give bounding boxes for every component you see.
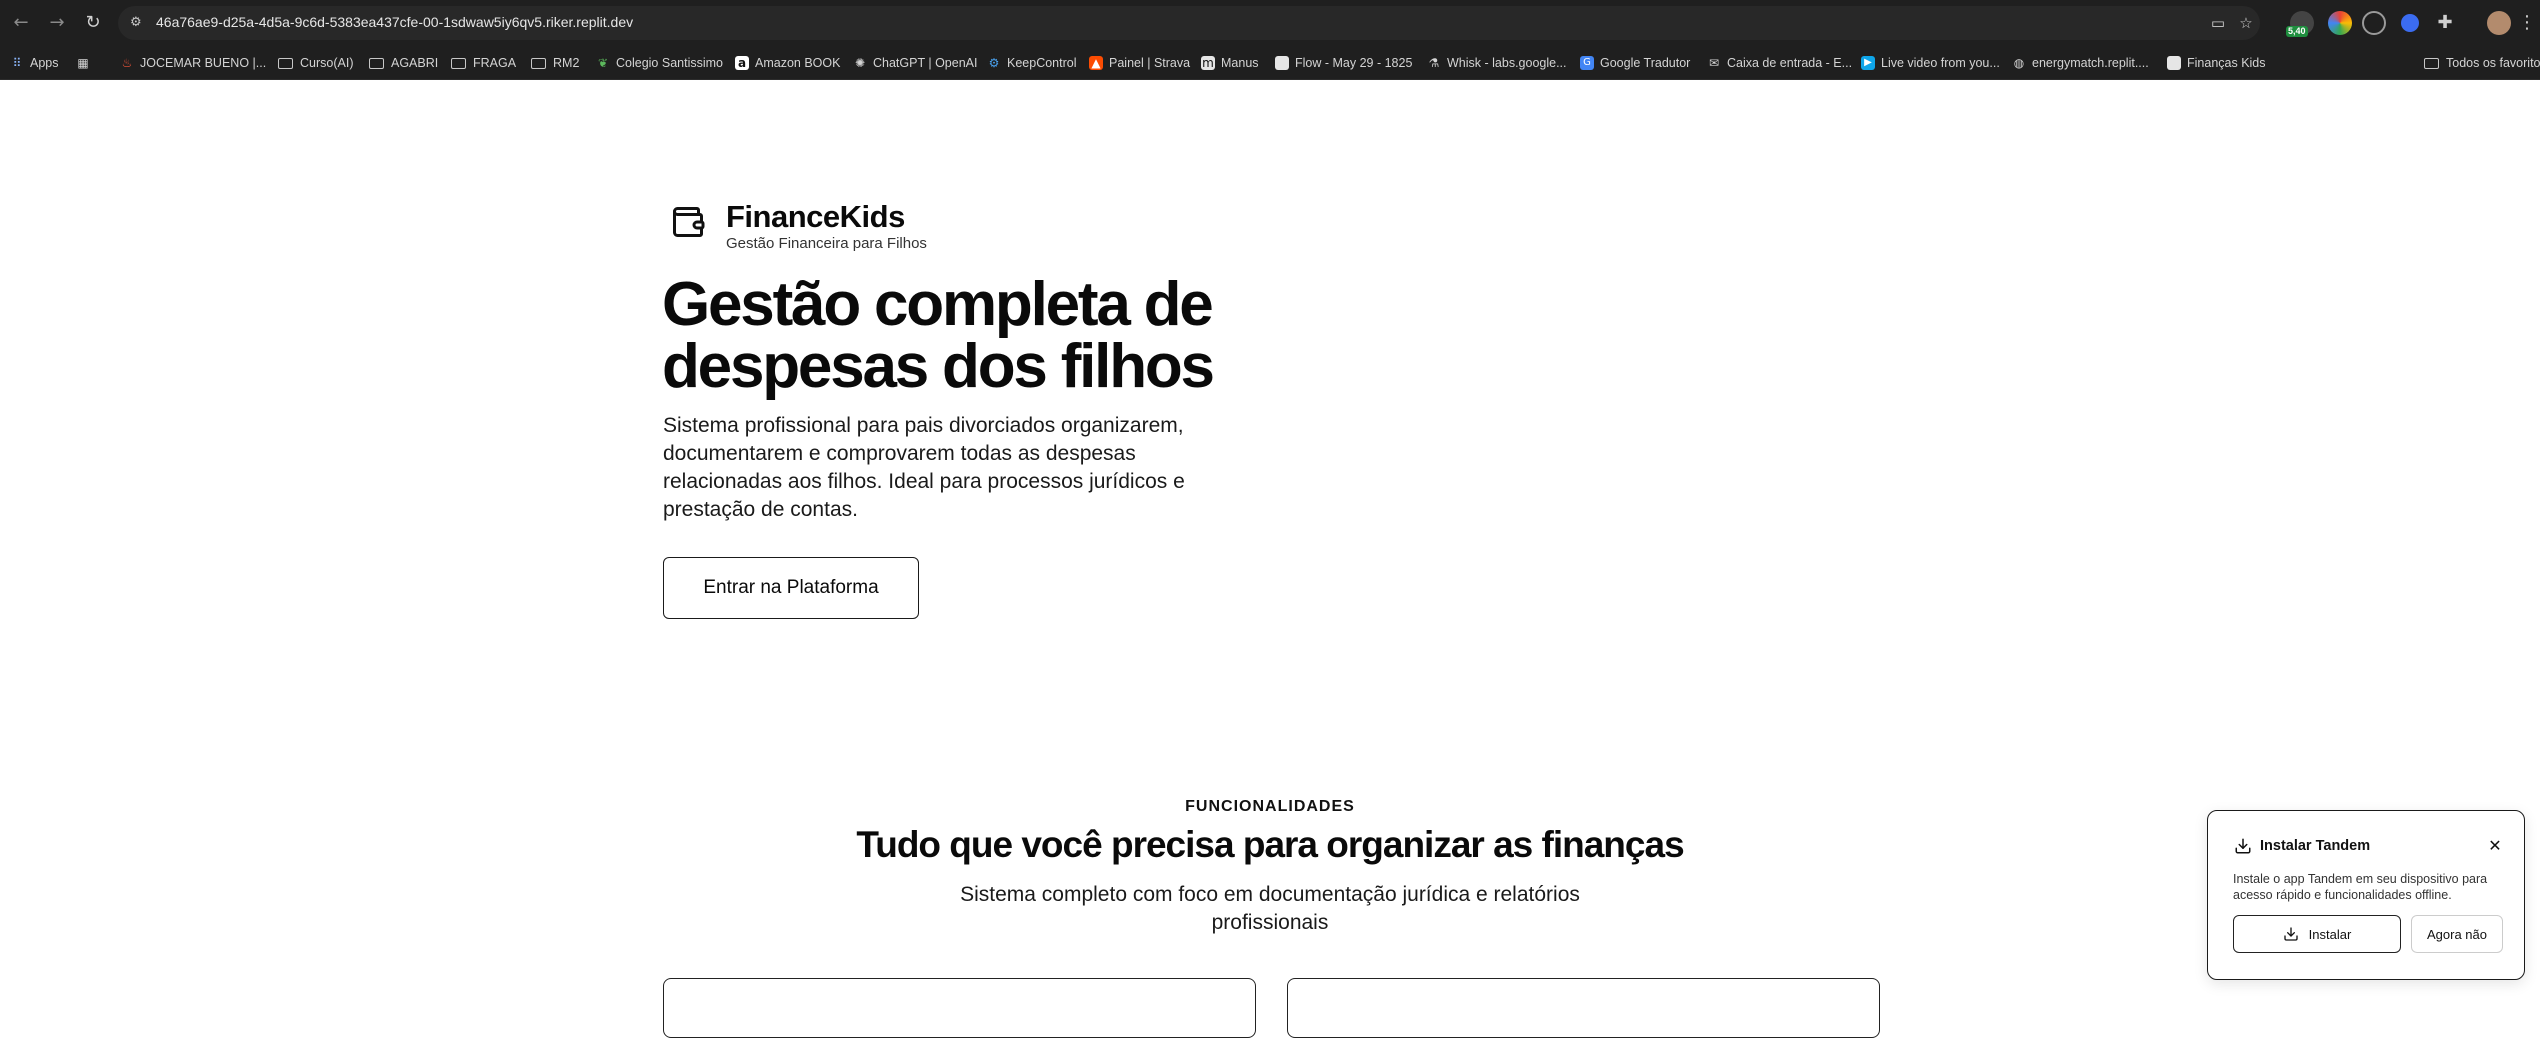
brand-text: FinanceKids Gestão Financeira para Filho… (726, 199, 927, 253)
bookmark-energymatch[interactable]: ◍ energymatch.replit.... (2012, 54, 2149, 72)
site-info-icon[interactable]: ⚙ (130, 14, 148, 32)
bookmark-financas-kids[interactable]: Finanças Kids (2167, 54, 2266, 72)
brand-header: FinanceKids Gestão Financeira para Filho… (670, 199, 927, 253)
bookmark-jocemar[interactable]: ♨ JOCEMAR BUENO |... (120, 54, 267, 72)
browser-toolbar: ← → ↻ ⚙ 46a76ae9-d25a-4d5a-9c6d-5383ea43… (0, 0, 2540, 46)
download-icon (2284, 927, 2298, 941)
bookmark-apps[interactable]: ⠿ Apps (10, 54, 59, 72)
bookmark-flow[interactable]: Flow - May 29 - 1825 (1275, 54, 1412, 72)
back-arrow-icon[interactable]: ← (8, 10, 34, 36)
forward-arrow-icon[interactable]: → (44, 10, 70, 36)
bookmark-chatgpt[interactable]: ✺ ChatGPT | OpenAI (853, 54, 978, 72)
amazon-icon: a (735, 56, 749, 70)
page-icon (2167, 56, 2181, 70)
grid-icon: ▦ (77, 56, 89, 70)
folder-icon (278, 57, 293, 69)
bookmark-folder-curso[interactable]: Curso(AI) (278, 54, 353, 72)
bookmark-colegio[interactable]: ❦ Colegio Santissimo (596, 54, 723, 72)
menu-dots-icon[interactable]: ⋮ (2514, 10, 2540, 36)
video-icon: ▶ (1861, 56, 1875, 70)
feature-card (1287, 978, 1880, 1038)
extensions-puzzle-icon[interactable]: ✚ (2432, 10, 2458, 36)
globe-icon: ◍ (2013, 56, 2025, 70)
not-now-button[interactable]: Agora não (2411, 915, 2503, 953)
bookmark-star-icon[interactable]: ☆ (2236, 13, 2256, 33)
bookmark-google-tradutor[interactable]: G Google Tradutor (1580, 54, 1690, 72)
popup-title: Instalar Tandem (2260, 838, 2371, 854)
hero-title-line-1: Gestão completa de (662, 270, 1214, 339)
install-app-popup: Instalar Tandem ✕ Instale o app Tandem e… (2207, 810, 2525, 980)
manus-icon: m (1201, 56, 1215, 70)
extension-badge: 5,40 (2286, 26, 2308, 37)
reload-icon[interactable]: ↻ (80, 10, 106, 36)
flame-icon: ♨ (121, 56, 133, 70)
profile-avatar[interactable] (2487, 11, 2511, 35)
bookmark-keepcontrol[interactable]: ⚙ KeepControl (987, 54, 1077, 72)
bookmark-folder-agabri[interactable]: AGABRI (369, 54, 438, 72)
leaf-icon: ❦ (597, 56, 609, 70)
extension-color-icon[interactable] (2328, 11, 2352, 35)
install-button-label: Instalar (2308, 926, 2352, 942)
gear-icon: ⚙ (988, 56, 1000, 70)
cast-icon[interactable]: ▭ (2208, 13, 2228, 33)
bookmark-folder-rm2[interactable]: RM2 (531, 54, 579, 72)
extension-compass-icon[interactable] (2362, 11, 2386, 35)
hero-title: Gestão completa de despesas dos filhos (662, 274, 1282, 398)
brand-name: FinanceKids (726, 199, 905, 234)
folder-icon (369, 57, 384, 69)
folder-icon (531, 57, 546, 69)
close-icon[interactable]: ✕ (2486, 837, 2504, 855)
features-kicker: FUNCIONALIDADES (1185, 798, 1355, 815)
features-title: Tudo que você precisa para organizar as … (856, 824, 1684, 865)
mail-icon: ✉ (1708, 56, 1720, 70)
popup-text: Instale o app Tandem em seu dispositivo … (2233, 872, 2488, 902)
translate-icon: G (1580, 56, 1594, 70)
hero-description: Sistema profissional para pais divorciad… (663, 414, 1185, 521)
folder-icon (451, 57, 466, 69)
bookmark-grid[interactable]: ▦ (76, 54, 96, 72)
address-bar[interactable]: ⚙ 46a76ae9-d25a-4d5a-9c6d-5383ea437cfe-0… (118, 6, 2260, 40)
bookmark-folder-fraga[interactable]: FRAGA (451, 54, 516, 72)
bookmark-caixa-entrada[interactable]: ✉ Caixa de entrada - E... (1707, 54, 1852, 72)
folder-icon (2424, 57, 2439, 69)
flask-icon: ⚗ (1428, 56, 1440, 70)
bookmark-amazon[interactable]: a Amazon BOOK (735, 54, 840, 72)
openai-icon: ✺ (854, 56, 866, 70)
feature-card (663, 978, 1256, 1038)
enter-platform-button[interactable]: Entrar na Plataforma (663, 557, 919, 619)
extension-blue-dot-icon[interactable] (2401, 14, 2419, 32)
apps-grid-icon: ⠿ (12, 56, 22, 70)
bookmark-whisk[interactable]: ⚗ Whisk - labs.google... (1427, 54, 1567, 72)
bookmarks-bar: ⠿ Apps ▦ ♨ JOCEMAR BUENO |... Curso(AI) … (0, 46, 2540, 80)
bookmark-manus[interactable]: m Manus (1201, 54, 1259, 72)
features-description: Sistema completo com foco em documentaçã… (960, 883, 1580, 934)
bookmark-live-video[interactable]: ▶ Live video from you... (1861, 54, 2000, 72)
install-button[interactable]: Instalar (2233, 915, 2401, 953)
hero-title-line-2: despesas dos filhos (662, 332, 1215, 401)
brand-tagline: Gestão Financeira para Filhos (726, 235, 927, 252)
strava-icon: ▲ (1089, 56, 1103, 70)
download-icon (2235, 838, 2251, 854)
bookmark-strava[interactable]: ▲ Painel | Strava (1089, 54, 1190, 72)
bookmark-all-folder[interactable]: Todos os favoritos (2424, 54, 2540, 72)
url-text[interactable]: 46a76ae9-d25a-4d5a-9c6d-5383ea437cfe-00-… (156, 14, 633, 30)
wallet-icon (673, 207, 705, 237)
doc-icon (1275, 56, 1289, 70)
